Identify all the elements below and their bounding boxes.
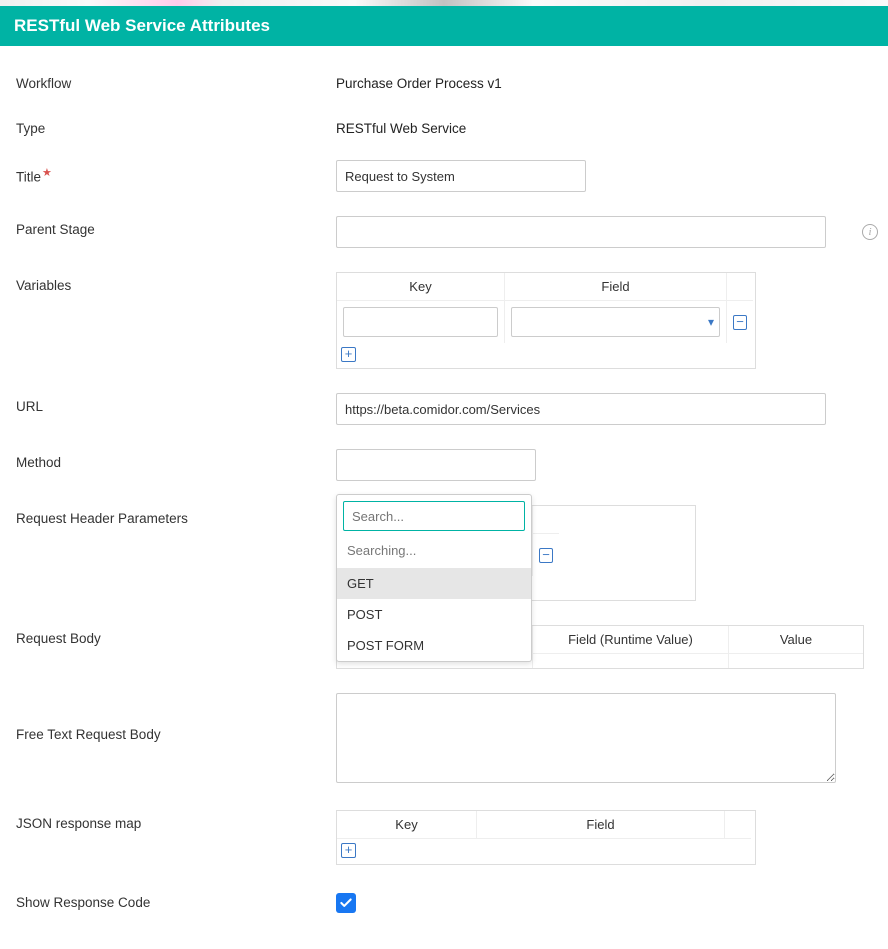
label-free-text-body: Free Text Request Body bbox=[16, 693, 336, 742]
value-workflow: Purchase Order Process v1 bbox=[336, 70, 852, 91]
required-star-icon: ★ bbox=[42, 167, 52, 179]
form-content: Workflow Purchase Order Process v1 Type … bbox=[0, 46, 888, 949]
method-dropdown-search-input[interactable] bbox=[343, 501, 525, 531]
label-req-body: Request Body bbox=[16, 625, 336, 646]
variables-remove-row-button[interactable]: − bbox=[733, 315, 747, 330]
window-top-artifact bbox=[0, 0, 888, 6]
json-map-grid: Key Field + bbox=[336, 810, 756, 865]
variables-col-field: Field bbox=[505, 273, 727, 301]
json-map-col-key: Key bbox=[337, 811, 477, 839]
info-icon[interactable]: i bbox=[862, 224, 878, 240]
method-option-get[interactable]: GET bbox=[337, 568, 531, 599]
req-header-col-action bbox=[533, 506, 559, 534]
parent-stage-input[interactable] bbox=[336, 216, 826, 248]
label-title: Title★ bbox=[16, 160, 336, 185]
method-option-post[interactable]: POST bbox=[337, 599, 531, 630]
label-show-response-code: Show Response Code bbox=[16, 889, 336, 910]
req-header-remove-row-button[interactable]: − bbox=[539, 548, 553, 563]
json-map-add-row-button[interactable]: + bbox=[341, 843, 356, 858]
label-req-header-params: Request Header Parameters bbox=[16, 505, 336, 526]
variables-key-input[interactable] bbox=[343, 307, 498, 337]
label-variables: Variables bbox=[16, 272, 336, 293]
label-method: Method bbox=[16, 449, 336, 470]
json-map-col-field: Field bbox=[477, 811, 725, 839]
value-type: RESTful Web Service bbox=[336, 115, 852, 136]
label-workflow: Workflow bbox=[16, 70, 336, 91]
variables-field-select[interactable] bbox=[511, 307, 720, 337]
method-option-post-form[interactable]: POST FORM bbox=[337, 630, 531, 661]
method-dropdown: Searching... GET POST POST FORM bbox=[336, 494, 532, 662]
url-input[interactable] bbox=[336, 393, 826, 425]
method-select[interactable] bbox=[336, 449, 536, 481]
label-title-text: Title bbox=[16, 170, 41, 185]
variables-grid: Key Field ▾ − + bbox=[336, 272, 756, 369]
method-dropdown-status: Searching... bbox=[337, 537, 531, 568]
label-url: URL bbox=[16, 393, 336, 414]
label-type: Type bbox=[16, 115, 336, 136]
label-json-response-map: JSON response map bbox=[16, 810, 336, 831]
req-body-col-field-runtime: Field (Runtime Value) bbox=[533, 626, 729, 654]
label-parent-stage: Parent Stage bbox=[16, 216, 336, 237]
variables-col-action bbox=[727, 273, 753, 301]
check-icon bbox=[339, 896, 353, 910]
title-input[interactable] bbox=[336, 160, 586, 192]
header-bar: RESTful Web Service Attributes bbox=[0, 6, 888, 46]
free-text-body-textarea[interactable] bbox=[336, 693, 836, 783]
show-response-code-checkbox[interactable] bbox=[336, 893, 356, 913]
variables-col-key: Key bbox=[337, 273, 505, 301]
variables-add-row-button[interactable]: + bbox=[341, 347, 356, 362]
page-title: RESTful Web Service Attributes bbox=[14, 16, 270, 35]
json-map-col-action bbox=[725, 811, 751, 839]
req-body-col-value: Value bbox=[729, 626, 863, 654]
